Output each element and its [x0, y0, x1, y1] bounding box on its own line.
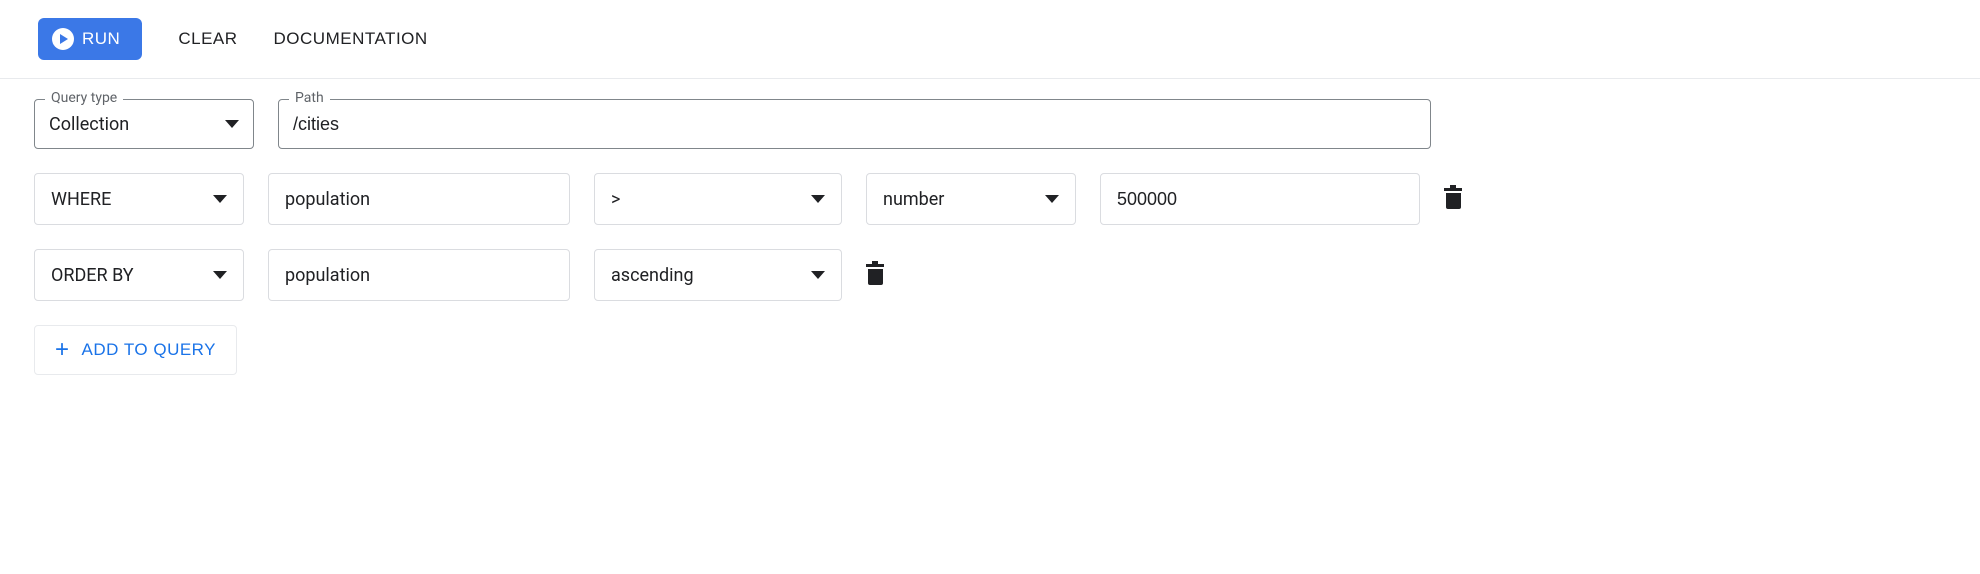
chevron-down-icon — [811, 195, 825, 203]
chevron-down-icon — [213, 195, 227, 203]
direction-value: ascending — [611, 265, 694, 286]
orderby-row: ORDER BY population ascending — [34, 249, 1946, 301]
delete-icon[interactable] — [1444, 188, 1462, 210]
run-label: RUN — [82, 29, 120, 49]
delete-icon[interactable] — [866, 264, 884, 286]
chevron-down-icon — [811, 271, 825, 279]
direction-select[interactable]: ascending — [594, 249, 842, 301]
path-input[interactable] — [293, 114, 1416, 135]
path-label: Path — [289, 90, 330, 106]
query-builder: Query type Collection Path WHERE populat… — [0, 79, 1980, 395]
chevron-down-icon — [225, 120, 239, 128]
type-select[interactable]: number — [866, 173, 1076, 225]
path-field[interactable]: Path — [278, 99, 1431, 149]
query-type-value: Collection — [49, 114, 129, 135]
type-value: number — [883, 189, 944, 210]
toolbar: RUN CLEAR DOCUMENTATION — [0, 0, 1980, 79]
play-icon — [52, 28, 74, 50]
documentation-button[interactable]: DOCUMENTATION — [274, 29, 428, 49]
add-label: ADD TO QUERY — [82, 340, 216, 360]
operator-value: > — [611, 189, 620, 210]
clause-select[interactable]: WHERE — [34, 173, 244, 225]
clause-value: ORDER BY — [51, 265, 134, 286]
chevron-down-icon — [213, 271, 227, 279]
add-to-query-button[interactable]: + ADD TO QUERY — [34, 325, 237, 375]
field-select[interactable]: population — [268, 249, 570, 301]
clear-button[interactable]: CLEAR — [178, 29, 237, 49]
where-row: WHERE population > number — [34, 173, 1946, 225]
query-type-label: Query type — [45, 90, 123, 106]
field-value: population — [285, 265, 370, 286]
plus-icon: + — [55, 338, 70, 362]
clause-select[interactable]: ORDER BY — [34, 249, 244, 301]
query-type-select[interactable]: Query type Collection — [34, 99, 254, 149]
field-select[interactable]: population — [268, 173, 570, 225]
field-value: population — [285, 189, 370, 210]
query-header-row: Query type Collection Path — [34, 99, 1946, 149]
run-button[interactable]: RUN — [38, 18, 142, 60]
chevron-down-icon — [1045, 195, 1059, 203]
value-input[interactable] — [1100, 173, 1420, 225]
clause-value: WHERE — [51, 189, 111, 210]
operator-select[interactable]: > — [594, 173, 842, 225]
